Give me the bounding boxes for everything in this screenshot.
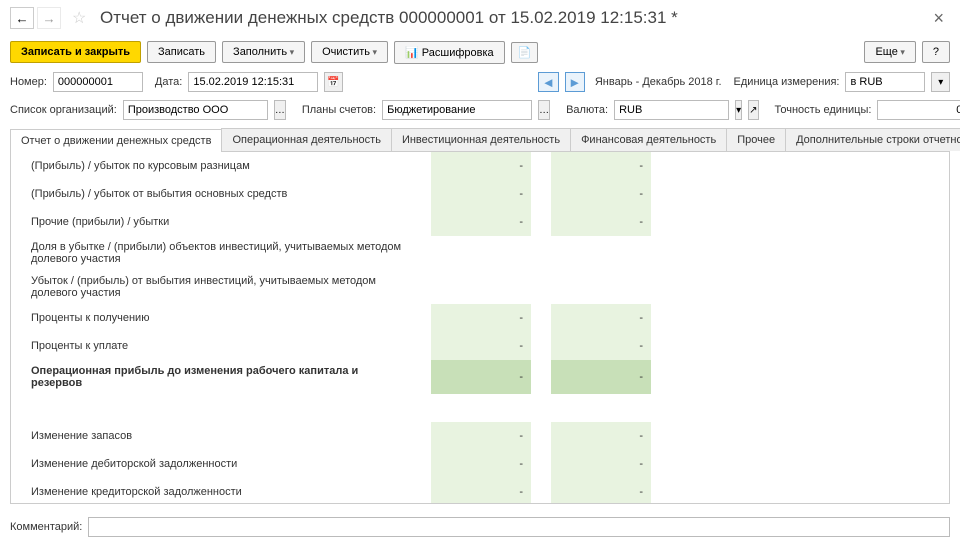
plans-pick-button[interactable]: …: [538, 100, 550, 120]
comment-field[interactable]: [88, 517, 950, 537]
row-value-1: -: [431, 360, 531, 394]
report-button[interactable]: 📄: [511, 42, 539, 63]
more-button[interactable]: Еще: [864, 41, 915, 63]
orgs-label: Список организаций:: [10, 104, 117, 116]
tab-1[interactable]: Операционная деятельность: [221, 128, 391, 151]
row-label: Доля в убытке / (прибыли) объектов инвес…: [11, 236, 411, 270]
row-value-1: [431, 270, 531, 304]
row-value-1: -: [431, 478, 531, 504]
unit-drop-button[interactable]: ▾: [931, 72, 950, 92]
row-label: Прочие (прибыли) / убытки: [11, 208, 411, 236]
row-value-2: -: [551, 478, 651, 504]
row-value-1: -: [431, 208, 531, 236]
row-value-1: -: [431, 332, 531, 360]
tab-5[interactable]: Дополнительные строки отчетности: [785, 128, 960, 151]
row-value-2: -: [551, 450, 651, 478]
period-prev-button[interactable]: ◄: [538, 72, 558, 92]
row-value-1: -: [431, 422, 531, 450]
table-row[interactable]: (Прибыль) / убыток по курсовым разницам-…: [11, 152, 949, 180]
row-value-2: [551, 270, 651, 304]
fill-button[interactable]: Заполнить: [222, 41, 305, 63]
tab-3[interactable]: Финансовая деятельность: [570, 128, 727, 151]
tab-2[interactable]: Инвестиционная деятельность: [391, 128, 571, 151]
row-value-1: -: [431, 450, 531, 478]
table-row[interactable]: Изменение дебиторской задолженности--: [11, 450, 949, 478]
currency-field[interactable]: [614, 100, 729, 120]
date-label: Дата:: [155, 76, 182, 88]
nav-fwd-button[interactable]: →: [37, 7, 61, 29]
nav-back-button[interactable]: ←: [10, 7, 34, 29]
precision-label: Точность единицы:: [775, 104, 872, 116]
row-label: (Прибыль) / убыток по курсовым разницам: [11, 152, 411, 180]
row-value-2: -: [551, 360, 651, 394]
row-value-1: -: [431, 304, 531, 332]
currency-open-button[interactable]: ↗: [748, 100, 758, 120]
table-row[interactable]: Изменение кредиторской задолженности--: [11, 478, 949, 504]
table-row[interactable]: Прочие (прибыли) / убытки--: [11, 208, 949, 236]
orgs-field[interactable]: [123, 100, 268, 120]
row-label: Убыток / (прибыль) от выбытия инвестиций…: [11, 270, 411, 304]
date-field[interactable]: [188, 72, 318, 92]
row-label: Проценты к получению: [11, 304, 411, 332]
row-value-2: -: [551, 152, 651, 180]
row-value-2: -: [551, 304, 651, 332]
table-row[interactable]: (Прибыль) / убыток от выбытия основных с…: [11, 180, 949, 208]
row-value-1: -: [431, 180, 531, 208]
row-label: Изменение запасов: [11, 422, 411, 450]
table-row[interactable]: Доля в убытке / (прибыли) объектов инвес…: [11, 236, 949, 270]
row-label: (Прибыль) / убыток от выбытия основных с…: [11, 180, 411, 208]
plans-field[interactable]: [382, 100, 532, 120]
table-row[interactable]: Проценты к получению--: [11, 304, 949, 332]
row-label: Изменение дебиторской задолженности: [11, 450, 411, 478]
row-label: Операционная прибыль до изменения рабоче…: [11, 360, 411, 394]
table-row[interactable]: Проценты к уплате--: [11, 332, 949, 360]
detail-button[interactable]: 📊 Расшифровка: [394, 41, 505, 64]
tab-4[interactable]: Прочее: [726, 128, 786, 151]
calendar-button[interactable]: 📅: [324, 72, 343, 92]
unit-label: Единица измерения:: [734, 76, 840, 88]
plans-label: Планы счетов:: [302, 104, 376, 116]
number-label: Номер:: [10, 76, 47, 88]
precision-field[interactable]: [877, 100, 960, 120]
row-value-2: [551, 236, 651, 270]
unit-field[interactable]: [845, 72, 925, 92]
favorite-icon[interactable]: ☆: [72, 8, 92, 28]
tab-0[interactable]: Отчет о движении денежных средств: [10, 129, 222, 152]
row-value-2: -: [551, 180, 651, 208]
row-label: Изменение кредиторской задолженности: [11, 478, 411, 504]
row-value-2: -: [551, 422, 651, 450]
table-row[interactable]: Убыток / (прибыль) от выбытия инвестиций…: [11, 270, 949, 304]
table-row[interactable]: Операционная прибыль до изменения рабоче…: [11, 360, 949, 394]
row-value-2: -: [551, 208, 651, 236]
table-row[interactable]: Изменение запасов--: [11, 422, 949, 450]
save-button[interactable]: Записать: [147, 41, 216, 63]
row-value-1: -: [431, 152, 531, 180]
row-value-2: -: [551, 332, 651, 360]
period-text: Январь - Декабрь 2018 г.: [595, 76, 722, 88]
detail-label: Расшифровка: [422, 47, 494, 59]
currency-drop-button[interactable]: ▾: [735, 100, 742, 120]
close-button[interactable]: ×: [927, 8, 950, 29]
report-grid[interactable]: (Прибыль) / убыток по курсовым разницам-…: [10, 152, 950, 504]
clear-button[interactable]: Очистить: [311, 41, 388, 63]
page-title: Отчет о движении денежных средств 000000…: [100, 8, 927, 28]
help-button[interactable]: ?: [922, 41, 950, 63]
row-label: Проценты к уплате: [11, 332, 411, 360]
row-value-1: [431, 236, 531, 270]
currency-label: Валюта:: [566, 104, 608, 116]
number-field[interactable]: [53, 72, 143, 92]
orgs-pick-button[interactable]: …: [274, 100, 286, 120]
comment-label: Комментарий:: [10, 521, 82, 533]
save-close-button[interactable]: Записать и закрыть: [10, 41, 141, 63]
period-next-button[interactable]: ►: [565, 72, 585, 92]
